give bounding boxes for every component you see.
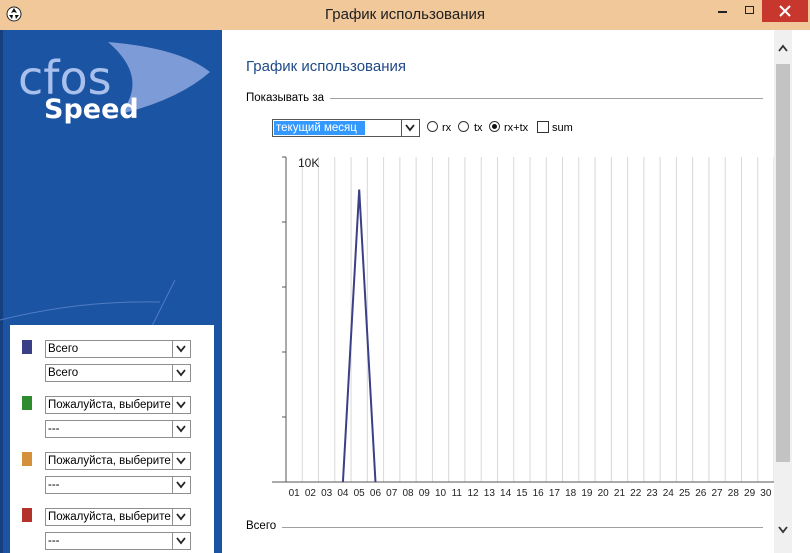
x-tick-label: 11 (452, 488, 463, 499)
x-tick-label: 15 (516, 488, 528, 499)
total-divider (246, 527, 763, 528)
legend-4-secondary-value: --- (48, 535, 60, 547)
close-button[interactable] (762, 0, 808, 22)
x-tick-label: 08 (402, 488, 414, 499)
scroll-up-icon[interactable] (778, 44, 788, 52)
x-tick-label: 05 (354, 488, 366, 499)
vertical-scrollbar[interactable] (774, 30, 792, 553)
x-tick-label: 16 (533, 488, 545, 499)
legend-3-primary-value: Пожалуйста, выберите (48, 455, 171, 467)
minimize-icon (718, 11, 727, 13)
side-panel: cfos Speed Всего Всего Пожалуйста, выбер… (0, 30, 222, 553)
chevron-down-icon[interactable] (172, 533, 190, 549)
x-tick-label: 30 (760, 488, 772, 499)
legend-2-secondary-select[interactable]: --- (45, 420, 191, 438)
chevron-down-icon[interactable] (172, 397, 190, 413)
chevron-down-icon[interactable] (172, 477, 190, 493)
scroll-down-icon[interactable] (778, 526, 788, 534)
legend-3-secondary-value: --- (48, 479, 60, 491)
x-tick-label: 20 (598, 488, 610, 499)
x-tick-label: 06 (370, 488, 382, 499)
total-label: Всего (246, 520, 283, 532)
x-tick-label: 10 (435, 488, 447, 499)
x-tick-label: 04 (337, 488, 349, 499)
x-tick-label: 28 (728, 488, 740, 499)
x-tick-label: 27 (712, 488, 724, 499)
x-tick-label: 25 (679, 488, 691, 499)
legend-2-primary-value: Пожалуйста, выберите (48, 399, 171, 411)
cfos-speed-logo: cfos Speed (0, 42, 210, 330)
legend-1-primary-select[interactable]: Всего (45, 340, 191, 358)
series-line-1 (341, 189, 377, 483)
legend-4-primary-select[interactable]: Пожалуйста, выберите (45, 508, 191, 526)
x-tick-label: 02 (305, 488, 317, 499)
legend-3-primary-select[interactable]: Пожалуйста, выберите (45, 452, 191, 470)
window-title: График использования (325, 6, 485, 23)
x-tick-label: 14 (500, 488, 512, 499)
x-tick-label: 17 (549, 488, 561, 499)
x-tick-label: 29 (744, 488, 756, 499)
legend-1-primary-value: Всего (48, 343, 79, 355)
chevron-down-icon[interactable] (172, 341, 190, 357)
legend-swatch-4 (22, 508, 32, 522)
legend-1-secondary-select[interactable]: Всего (45, 364, 191, 382)
x-tick-label: 01 (289, 488, 301, 499)
y-tick-label: 10K (298, 156, 319, 170)
chevron-down-icon[interactable] (172, 453, 190, 469)
maximize-icon (745, 6, 754, 14)
legend-4-secondary-select[interactable]: --- (45, 532, 191, 550)
x-tick-label: 26 (695, 488, 707, 499)
x-tick-label: 18 (565, 488, 577, 499)
legend-swatch-2 (22, 396, 32, 410)
legend-swatch-1 (22, 340, 32, 354)
legend-2-secondary-value: --- (48, 423, 60, 435)
minimize-button[interactable] (714, 3, 732, 19)
chevron-down-icon[interactable] (172, 509, 190, 525)
logo-text-speed: Speed (44, 94, 139, 125)
chevron-down-icon[interactable] (172, 421, 190, 437)
x-tick-label: 22 (630, 488, 642, 499)
legend-3-secondary-select[interactable]: --- (45, 476, 191, 494)
maximize-button[interactable] (741, 3, 759, 19)
legend-1-secondary-value: Всего (48, 367, 79, 379)
close-icon (779, 5, 791, 17)
legend-2-primary-select[interactable]: Пожалуйста, выберите (45, 396, 191, 414)
chevron-down-icon[interactable] (172, 365, 190, 381)
usage-chart: 10K 01 02 03 04 05 06 07 08 09 10 11 12 13 14 15 16 17 18 1… (272, 156, 774, 499)
legend-swatch-3 (22, 452, 32, 466)
x-tick-label: 19 (581, 488, 593, 499)
x-tick-label: 07 (386, 488, 398, 499)
x-tick-label: 12 (468, 488, 480, 499)
legend-panel: Всего Всего Пожалуйста, выберите --- Пож… (10, 325, 214, 553)
x-tick-label: 24 (663, 488, 675, 499)
scroll-thumb[interactable] (776, 64, 790, 462)
x-tick-label: 09 (419, 488, 431, 499)
x-tick-label: 13 (484, 488, 496, 499)
main-content: График использования Показывать за текущ… (222, 30, 810, 553)
title-bar: График использования (0, 0, 810, 30)
x-tick-label: 03 (321, 488, 333, 499)
x-tick-label: 23 (646, 488, 658, 499)
x-tick-label: 21 (614, 488, 626, 499)
legend-4-primary-value: Пожалуйста, выберите (48, 511, 171, 523)
